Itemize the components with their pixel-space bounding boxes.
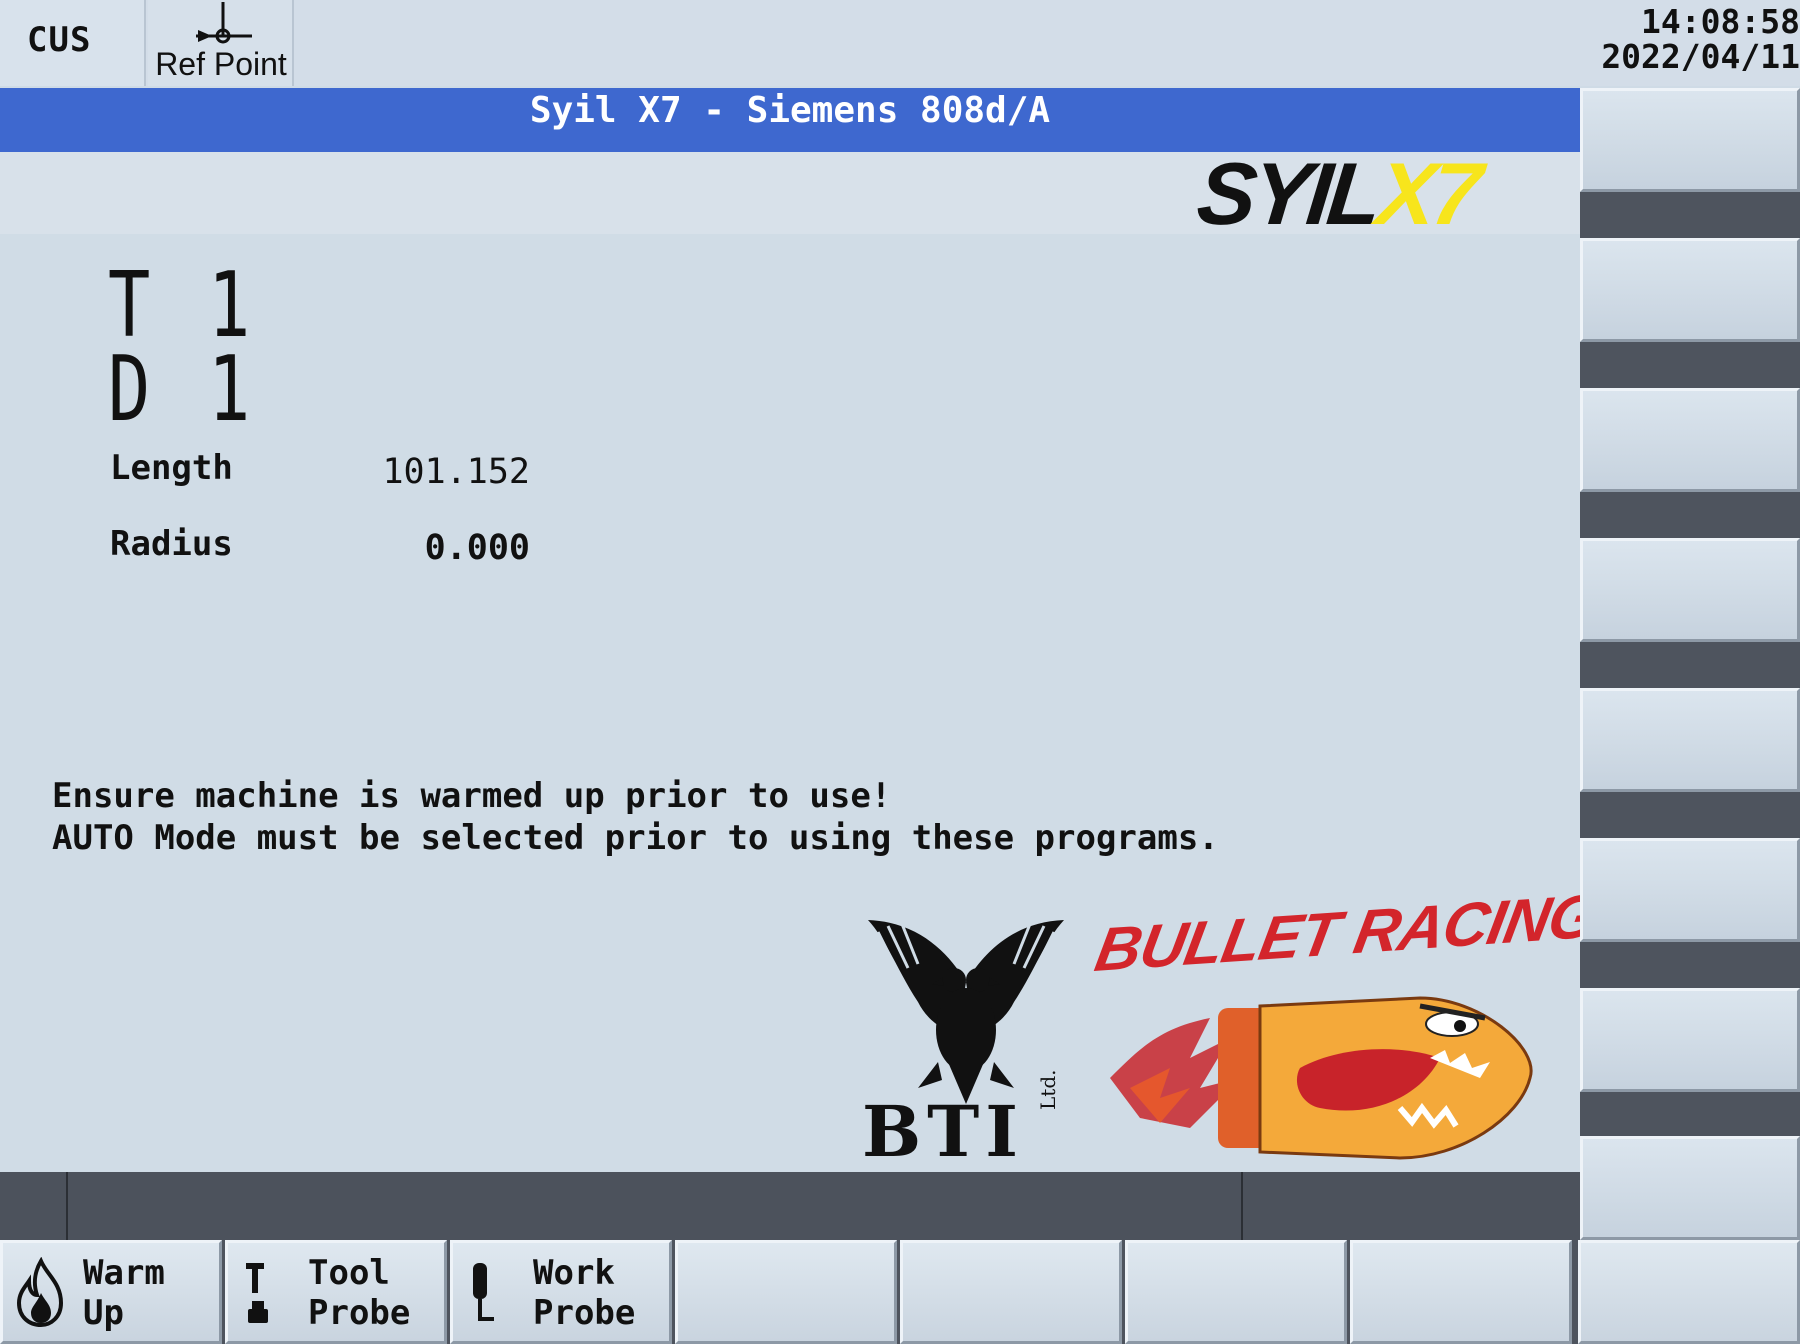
work-probe-label: Work Probe: [533, 1253, 636, 1333]
softkey-8[interactable]: [1578, 1240, 1800, 1344]
page-title: Syil X7 - Siemens 808d/A: [529, 90, 1051, 131]
tool-d-label: D: [108, 337, 151, 442]
work-probe-icon: [473, 1263, 494, 1321]
length-value: 101.152: [382, 452, 530, 492]
syil-logo: SYILX7: [1192, 144, 1483, 243]
ref-point-icon: [196, 2, 252, 44]
bullet-mascot-image: [1110, 996, 1533, 1160]
horizontal-softkey-bar: Warm Up Tool Probe Work Probe: [0, 1240, 1800, 1344]
vertical-softkey-bar: [1580, 88, 1800, 1240]
vertical-softkey-3[interactable]: [1580, 388, 1800, 492]
vertical-softkey-2[interactable]: [1580, 238, 1800, 342]
auto-mode-message: AUTO Mode must be selected prior to usin…: [52, 818, 1219, 858]
tool-t-value: 1: [208, 253, 251, 358]
tool-t-label: T: [108, 253, 151, 358]
vertical-softkey-6[interactable]: [1580, 838, 1800, 942]
vertical-softkey-1[interactable]: [1580, 88, 1800, 192]
clock-date: 2022/04/11: [1601, 37, 1800, 76]
warm-up-label: Warm Up: [83, 1253, 165, 1333]
mode-indicator: CUS: [0, 0, 146, 86]
top-status-bar: CUS Ref Point 14:08:58 2022/04/11: [0, 0, 1800, 86]
mode-label: CUS: [27, 20, 92, 60]
vertical-softkey-7[interactable]: [1580, 988, 1800, 1092]
ref-point-button[interactable]: Ref Point: [148, 0, 294, 86]
radius-value: 0.000: [424, 528, 530, 568]
ref-point-label: Ref Point: [155, 46, 287, 82]
warmup-message: Ensure machine is warmed up prior to use…: [52, 776, 892, 816]
softkey-4[interactable]: [675, 1240, 897, 1344]
divider: [1241, 1172, 1243, 1240]
divider: [66, 1172, 68, 1240]
warm-up-button[interactable]: Warm Up: [0, 1240, 222, 1344]
title-bar: Syil X7 - Siemens 808d/A: [0, 88, 1580, 152]
flame-icon: [16, 1257, 64, 1328]
tool-probe-label: Tool Probe: [308, 1253, 411, 1333]
softkey-7[interactable]: [1350, 1240, 1572, 1344]
tool-probe-icon: [246, 1263, 268, 1323]
vertical-softkey-4[interactable]: [1580, 538, 1800, 642]
length-label: Length: [110, 448, 233, 488]
work-probe-button[interactable]: Work Probe: [450, 1240, 672, 1344]
message-bar: [0, 1172, 1580, 1240]
tool-d-value: 1: [208, 337, 251, 442]
bti-logo-ltd: Ltd.: [1036, 1069, 1060, 1110]
radius-label: Radius: [110, 524, 233, 564]
clock: 14:08:58 2022/04/11: [1570, 4, 1800, 74]
main-panel: SYILX7 T 1 D 1 Length 101.152 Radius 0.0…: [0, 144, 1603, 1173]
vertical-softkey-8[interactable]: [1580, 1136, 1800, 1240]
bti-logo-text: BTI: [862, 1090, 1024, 1173]
softkey-5[interactable]: [900, 1240, 1122, 1344]
vertical-softkey-5[interactable]: [1580, 688, 1800, 792]
clock-time: 14:08:58: [1641, 2, 1800, 41]
softkey-6[interactable]: [1125, 1240, 1347, 1344]
tool-probe-button[interactable]: Tool Probe: [225, 1240, 447, 1344]
